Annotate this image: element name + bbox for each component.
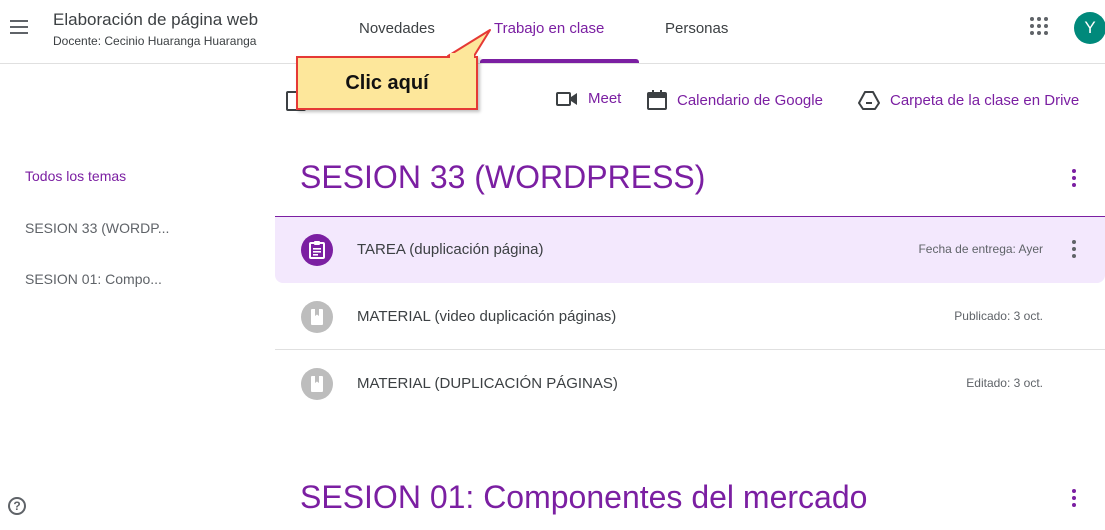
meet-label: Meet [588,90,622,107]
calendar-label: Calendario de Google [677,91,823,109]
hamburger-menu-icon[interactable] [10,20,30,36]
item-posted-date: Publicado: 3 oct. [954,309,1043,323]
item-more-options-icon[interactable] [1066,239,1082,261]
class-teacher: Docente: Cecinio Huaranga Huaranga [53,34,257,48]
app-header: Elaboración de página web Docente: Cecin… [0,0,1105,64]
item-due-date: Fecha de entrega: Ayer [918,242,1043,256]
meet-link[interactable]: Meet [556,90,621,107]
topic-title[interactable]: SESION 01: Componentes del mercado [300,479,867,516]
calendar-link[interactable]: Calendario de Google [647,90,823,110]
classwork-item-material[interactable]: MATERIAL (DUPLICACIÓN PÁGINAS) Editado: … [275,351,1105,417]
topic-more-options-icon[interactable] [1066,488,1082,510]
class-title[interactable]: Elaboración de página web [53,10,258,30]
tab-novedades[interactable]: Novedades [359,20,435,37]
classwork-item-material[interactable]: MATERIAL (video duplicación páginas) Pub… [275,284,1105,350]
sidebar-item-sesion-01[interactable]: SESION 01: Compo... [25,271,162,287]
video-camera-icon [556,91,577,106]
assignment-icon [301,234,333,266]
avatar[interactable]: Y [1074,12,1105,44]
topic-more-options-icon[interactable] [1066,168,1082,190]
item-title: TAREA (duplicación página) [357,241,544,258]
topic-title[interactable]: SESION 33 (WORDPRESS) [300,159,705,196]
calendar-icon [647,90,667,110]
google-drive-icon [858,91,880,110]
drive-label: Carpeta de la clase en Drive [890,91,1080,109]
active-tab-indicator [480,59,639,63]
callout-text: Clic aquí [345,72,429,94]
sidebar-item-sesion-33[interactable]: SESION 33 (WORDP... [25,220,169,236]
help-icon[interactable]: ? [8,497,26,515]
item-title: MATERIAL (video duplicación páginas) [357,308,617,325]
drive-folder-link[interactable]: Carpeta de la clase en Drive [858,90,1079,110]
material-icon [301,368,333,400]
classwork-item-assignment[interactable]: TAREA (duplicación página) Fecha de entr… [275,217,1105,283]
tab-trabajo-en-clase[interactable]: Trabajo en clase [494,20,604,37]
item-edited-date: Editado: 3 oct. [966,376,1043,390]
material-icon [301,301,333,333]
click-here-callout: Clic aquí [296,56,478,110]
tab-personas[interactable]: Personas [665,20,728,37]
item-title: MATERIAL (DUPLICACIÓN PÁGINAS) [357,375,618,392]
sidebar-item-todos-los-temas[interactable]: Todos los temas [25,168,126,184]
apps-grid-icon[interactable] [1030,17,1048,35]
